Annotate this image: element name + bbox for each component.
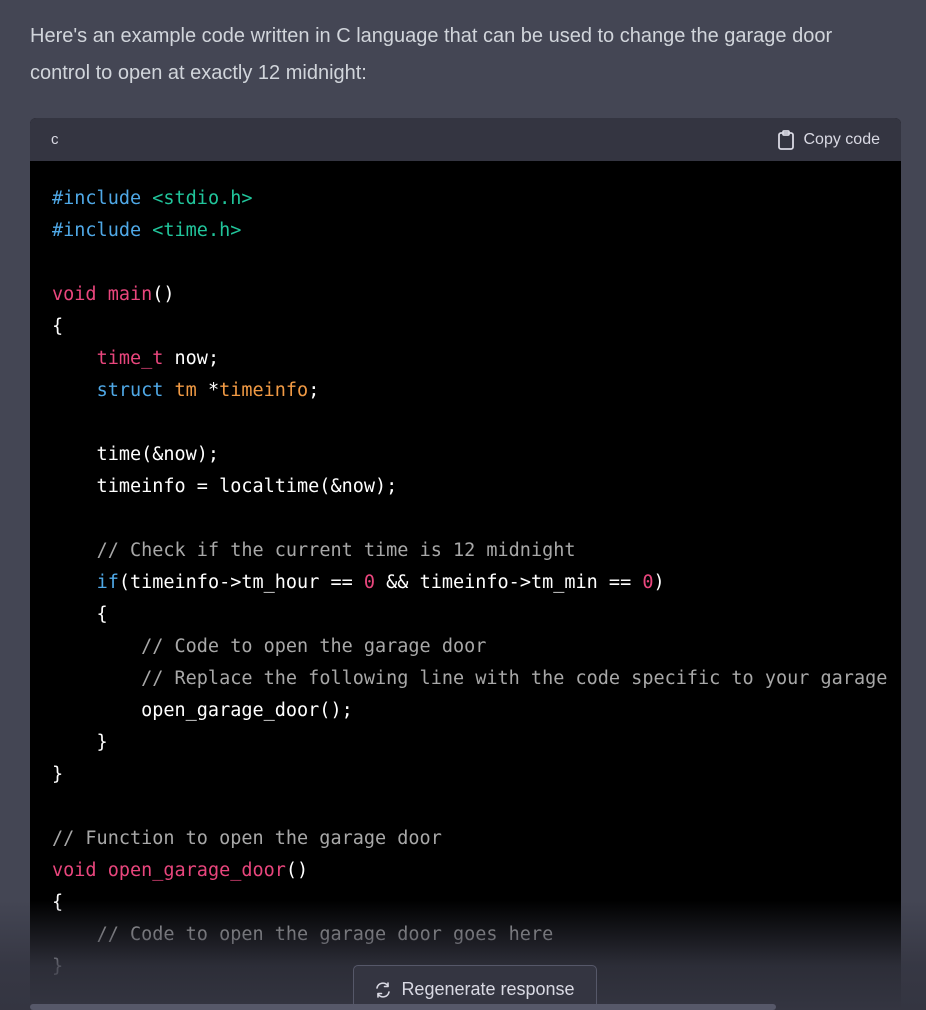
code-token: } <box>52 956 64 977</box>
code-line: // Code to open the garage door <box>52 631 901 663</box>
code-token: ) <box>653 572 665 593</box>
code-line: { <box>52 599 901 631</box>
code-token: <time.h> <box>152 220 242 241</box>
code-token: { <box>52 316 64 337</box>
code-line: timeinfo = localtime(&now); <box>52 471 901 503</box>
code-token: open_garage_door(); <box>52 700 353 721</box>
code-token: ; <box>308 380 320 401</box>
code-line: void open_garage_door() <box>52 855 901 887</box>
code-token: // Code to open the garage door <box>141 636 487 657</box>
code-token: // Replace the following line with the c… <box>141 668 888 689</box>
horizontal-scrollbar[interactable] <box>30 1004 776 1010</box>
refresh-icon <box>375 979 391 1003</box>
code-token: #include <box>52 220 153 241</box>
code-token: timeinfo = localtime(&now); <box>52 476 398 497</box>
code-token: struct <box>96 380 164 401</box>
code-token: && timeinfo->tm_min == <box>375 572 643 593</box>
code-line: { <box>52 887 901 919</box>
code-token: } <box>52 764 64 785</box>
code-content[interactable]: #include <stdio.h> #include <time.h> void… <box>30 161 901 1010</box>
code-block-header: c Copy code <box>30 118 901 161</box>
code-line: #include <time.h> <box>52 215 901 247</box>
code-line: time_t now; <box>52 343 901 375</box>
code-line: } <box>52 759 901 791</box>
code-token: // Check if the current time is 12 midni… <box>96 540 576 561</box>
code-block: c Copy code #include <stdio.h> #include <… <box>30 118 901 1010</box>
code-token: (timeinfo->tm_hour == <box>118 572 364 593</box>
copy-code-button[interactable]: Copy code <box>777 129 881 150</box>
code-line: open_garage_door(); <box>52 695 901 727</box>
code-token: 0 <box>642 572 654 593</box>
code-line: // Function to open the garage door <box>52 823 901 855</box>
clipboard-icon <box>777 129 795 150</box>
code-language-label: c <box>51 131 59 148</box>
code-token: { <box>52 604 108 625</box>
code-line: // Code to open the garage door goes her… <box>52 919 901 951</box>
code-token: now; <box>163 348 220 369</box>
code-token: // Function to open the garage door <box>52 828 442 849</box>
code-line: // Check if the current time is 12 midni… <box>52 535 901 567</box>
code-token: time_t <box>96 348 164 369</box>
code-token: } <box>52 732 108 753</box>
assistant-message-intro: Here's an example code written in C lang… <box>30 25 833 84</box>
code-token: { <box>52 892 64 913</box>
regenerate-response-label: Regenerate response <box>401 979 575 999</box>
code-token: if <box>96 572 119 593</box>
code-token: void <box>52 284 97 305</box>
code-line: } <box>52 727 901 759</box>
code-token: // Code to open the garage door goes her… <box>96 924 554 945</box>
code-line: if(timeinfo->tm_hour == 0 && timeinfo->t… <box>52 567 901 599</box>
code-token: timeinfo <box>219 380 309 401</box>
code-token: <stdio.h> <box>152 188 253 209</box>
code-line: struct tm *timeinfo; <box>52 375 901 407</box>
code-token: tm <box>174 380 197 401</box>
code-token: time(&now); <box>52 444 220 465</box>
code-token: * <box>196 380 220 401</box>
code-token: open_garage_door <box>107 860 286 881</box>
code-token: #include <box>52 188 153 209</box>
code-token: () <box>285 860 309 881</box>
code-line: { <box>52 311 901 343</box>
code-line: void main() <box>52 279 901 311</box>
code-line: // Replace the following line with the c… <box>52 663 901 695</box>
copy-code-label: Copy code <box>803 130 881 148</box>
code-token: () <box>152 284 175 305</box>
code-token: 0 <box>363 572 376 593</box>
code-line: #include <stdio.h> <box>52 183 901 215</box>
code-line: time(&now); <box>52 439 901 471</box>
code-token: void <box>52 860 97 881</box>
code-token: main <box>107 284 153 305</box>
